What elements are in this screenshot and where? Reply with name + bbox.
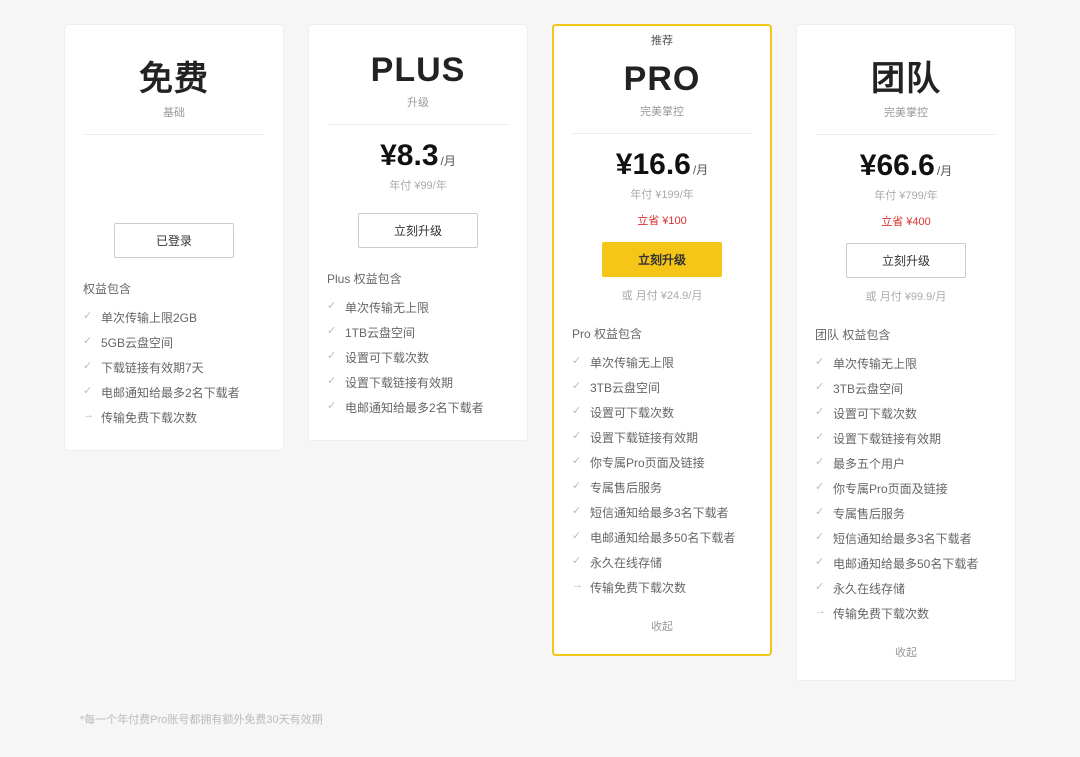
plan-card-free: 免费 基础 已登录 权益包含 单次传输上限2GB 5GB云盘空间 下载链接有效期…: [64, 24, 284, 451]
price-spacer: [83, 149, 265, 209]
feature-item: 专属售后服务: [815, 501, 997, 526]
annual-note: 年付 ¥799/年: [815, 187, 997, 203]
plan-subtitle: 基础: [83, 104, 265, 120]
plan-title: PRO: [572, 60, 752, 99]
feature-item: 单次传输无上限: [572, 350, 752, 375]
feature-item: 电邮通知给最多2名下载者: [83, 380, 265, 405]
features-title: 团队 权益包含: [815, 326, 997, 343]
feature-item: 短信通知给最多3名下载者: [572, 500, 752, 525]
feature-item: 3TB云盘空间: [572, 375, 752, 400]
divider: [572, 133, 752, 134]
feature-item: 电邮通知给最多50名下载者: [815, 551, 997, 576]
feature-item: 1TB云盘空间: [327, 320, 509, 345]
plan-card-team: 团队 完美掌控 ¥66.6/月 年付 ¥799/年 立省 ¥400 立刻升级 或…: [796, 24, 1016, 681]
plan-title: 团队: [815, 51, 997, 100]
annual-note: 年付 ¥199/年: [572, 186, 752, 202]
feature-item: 短信通知给最多3名下载者: [815, 526, 997, 551]
plan-subtitle: 完美掌控: [572, 103, 752, 119]
feature-item: 设置下载链接有效期: [815, 426, 997, 451]
feature-item: 你专属Pro页面及链接: [815, 476, 997, 501]
monthly-note: 或 月付 ¥24.9/月: [572, 287, 752, 303]
feature-item: 最多五个用户: [815, 451, 997, 476]
price-unit: /月: [693, 163, 708, 177]
feature-list: 单次传输无上限 3TB云盘空间 设置可下载次数 设置下载链接有效期 你专属Pro…: [572, 350, 752, 600]
price: ¥8.3: [380, 139, 438, 173]
plan-card-pro: 推荐 PRO 完美掌控 ¥16.6/月 年付 ¥199/年 立省 ¥100 立刻…: [552, 24, 772, 656]
divider: [83, 134, 265, 135]
plan-title: 免费: [83, 51, 265, 100]
upgrade-button[interactable]: 立刻升级: [846, 243, 966, 278]
price-unit: /月: [441, 154, 456, 168]
divider: [815, 134, 997, 135]
divider: [327, 124, 509, 125]
feature-list: 单次传输无上限 1TB云盘空间 设置可下载次数 设置下载链接有效期 电邮通知给最…: [327, 295, 509, 420]
plan-subtitle: 升级: [327, 94, 509, 110]
features-title: 权益包含: [83, 280, 265, 297]
monthly-note: 或 月付 ¥99.9/月: [815, 288, 997, 304]
price: ¥16.6: [616, 148, 691, 182]
collapse-link[interactable]: 收起: [815, 644, 997, 660]
feature-item: 电邮通知给最多2名下载者: [327, 395, 509, 420]
feature-item: 单次传输无上限: [327, 295, 509, 320]
recommended-badge: 推荐: [554, 32, 770, 48]
feature-item: 设置下载链接有效期: [327, 370, 509, 395]
upgrade-button[interactable]: 立刻升级: [602, 242, 722, 277]
feature-item: 永久在线存储: [815, 576, 997, 601]
disclaimer: *每一个年付费Pro账号都拥有额外免费30天有效期: [80, 711, 1020, 727]
price-block: ¥16.6/月 年付 ¥199/年 立省 ¥100: [572, 148, 752, 228]
feature-item: 传输免费下载次数: [815, 601, 997, 626]
feature-item: 设置下载链接有效期: [572, 425, 752, 450]
feature-item: 设置可下载次数: [572, 400, 752, 425]
plan-card-plus: PLUS 升级 ¥8.3/月 年付 ¥99/年 立刻升级 Plus 权益包含 单…: [308, 24, 528, 441]
feature-item: 你专属Pro页面及链接: [572, 450, 752, 475]
feature-item: 传输免费下载次数: [572, 575, 752, 600]
price: ¥66.6: [860, 149, 935, 183]
feature-list: 单次传输上限2GB 5GB云盘空间 下载链接有效期7天 电邮通知给最多2名下载者…: [83, 305, 265, 430]
features-title: Plus 权益包含: [327, 270, 509, 287]
price-unit: /月: [937, 164, 952, 178]
feature-item: 专属售后服务: [572, 475, 752, 500]
feature-item: 永久在线存储: [572, 550, 752, 575]
upgrade-button[interactable]: 立刻升级: [358, 213, 478, 248]
pricing-cards: 免费 基础 已登录 权益包含 单次传输上限2GB 5GB云盘空间 下载链接有效期…: [60, 24, 1020, 681]
logged-in-button[interactable]: 已登录: [114, 223, 234, 258]
annual-note: 年付 ¥99/年: [327, 177, 509, 193]
feature-item: 单次传输上限2GB: [83, 305, 265, 330]
collapse-link[interactable]: 收起: [572, 618, 752, 634]
feature-item: 单次传输无上限: [815, 351, 997, 376]
savings-label: 立省 ¥400: [815, 213, 997, 229]
feature-item: 传输免费下载次数: [83, 405, 265, 430]
feature-list: 单次传输无上限 3TB云盘空间 设置可下载次数 设置下载链接有效期 最多五个用户…: [815, 351, 997, 626]
feature-item: 电邮通知给最多50名下载者: [572, 525, 752, 550]
features-title: Pro 权益包含: [572, 325, 752, 342]
feature-item: 设置可下载次数: [327, 345, 509, 370]
feature-item: 3TB云盘空间: [815, 376, 997, 401]
feature-item: 5GB云盘空间: [83, 330, 265, 355]
price-block: ¥8.3/月 年付 ¥99/年: [327, 139, 509, 199]
savings-label: 立省 ¥100: [572, 212, 752, 228]
feature-item: 下载链接有效期7天: [83, 355, 265, 380]
feature-item: 设置可下载次数: [815, 401, 997, 426]
plan-subtitle: 完美掌控: [815, 104, 997, 120]
plan-title: PLUS: [327, 51, 509, 90]
price-block: ¥66.6/月 年付 ¥799/年 立省 ¥400: [815, 149, 997, 229]
